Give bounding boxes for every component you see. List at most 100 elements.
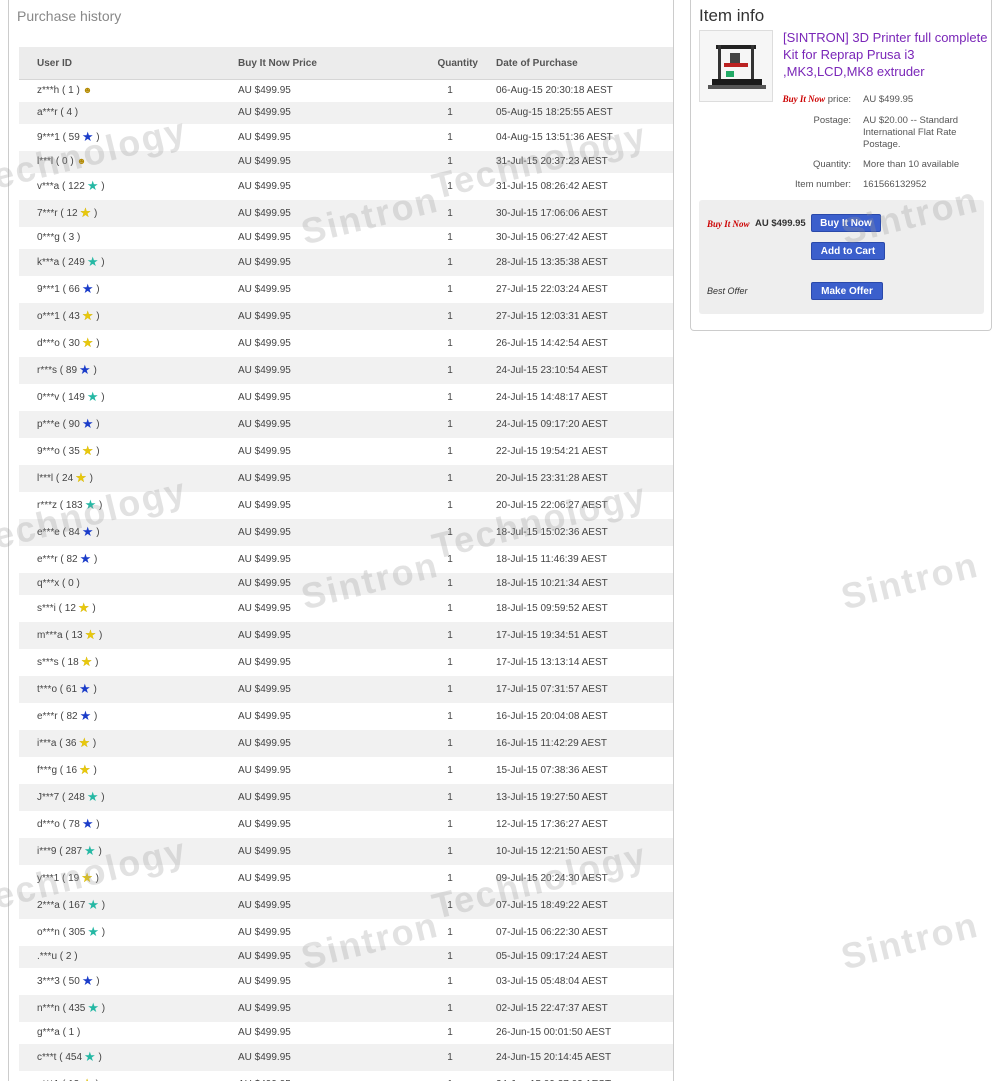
yellow-star-icon[interactable]: ★ — [85, 627, 97, 642]
blue-star-icon[interactable]: ★ — [80, 551, 92, 566]
user-id[interactable]: 0***v ( 149 — [37, 392, 85, 403]
yellow-star-icon[interactable]: ★ — [82, 443, 94, 458]
col-quantity: Quantity — [388, 47, 482, 80]
paren-close: ) — [98, 791, 105, 803]
user-id[interactable]: z***h ( 1 ) — [37, 85, 80, 96]
yellow-star-icon[interactable]: ★ — [82, 308, 94, 323]
yellow-star-icon[interactable]: ★ — [79, 762, 91, 777]
user-id[interactable]: o***1 ( 43 — [37, 311, 80, 322]
blue-star-icon[interactable]: ★ — [79, 681, 91, 696]
user-id[interactable]: p***e ( 90 — [37, 419, 80, 430]
yellow-star-icon[interactable]: ★ — [81, 654, 93, 669]
teal-star-icon[interactable]: ★ — [85, 497, 97, 512]
user-id[interactable]: k***a ( 249 — [37, 257, 85, 268]
teal-star-icon[interactable]: ★ — [84, 1049, 96, 1064]
yellow-star-icon[interactable]: ★ — [75, 470, 87, 485]
yellow-star-icon[interactable]: ★ — [78, 600, 90, 615]
user-id[interactable]: s***s ( 18 — [37, 657, 79, 668]
blue-star-icon[interactable]: ★ — [82, 416, 94, 431]
table-row: 7***r ( 12 ★ ) AU $499.95 1 30-Jul-15 17:06:… — [19, 199, 673, 227]
teal-star-icon[interactable]: ★ — [87, 924, 99, 939]
user-id[interactable]: 0***g ( 3 ) — [37, 232, 80, 243]
user-id[interactable]: d***o ( 30 — [37, 338, 80, 349]
user-id[interactable]: l***l ( 0 ) — [37, 156, 74, 167]
teal-star-icon[interactable]: ★ — [87, 254, 99, 269]
user-id[interactable]: q***x ( 0 ) — [37, 578, 80, 589]
user-id[interactable]: l***l ( 24 — [37, 473, 73, 484]
user-id[interactable]: r***z ( 183 — [37, 500, 83, 511]
table-row: f***g ( 16 ★ ) AU $499.95 1 15-Jul-15 07:38:… — [19, 757, 673, 784]
price-cell: AU $499.95 — [238, 872, 291, 884]
price-cell: AU $499.95 — [238, 926, 291, 938]
teal-star-icon[interactable]: ★ — [84, 843, 96, 858]
user-id[interactable]: t***o ( 61 — [37, 684, 77, 695]
user-id[interactable]: c***t ( 454 — [37, 1052, 82, 1063]
user-id[interactable]: s***i ( 12 — [37, 603, 76, 614]
table-row: v***a ( 122 ★ ) AU $499.95 1 31-Jul-15 08:26… — [19, 173, 673, 200]
blue-star-icon[interactable]: ★ — [82, 816, 94, 831]
price-cell: AU $499.95 — [232, 518, 388, 546]
user-id[interactable]: a***r ( 4 ) — [37, 107, 78, 118]
purchase-options-box: Buy It Now AU $499.95 Buy It Now Add to … — [699, 200, 984, 314]
blue-star-icon[interactable]: ★ — [82, 129, 94, 144]
yellow-star-icon[interactable]: ★ — [81, 1076, 93, 1081]
item-thumbnail[interactable] — [699, 30, 773, 102]
user-id[interactable]: J***7 ( 248 — [37, 792, 85, 803]
user-id[interactable]: f***g ( 16 — [37, 765, 77, 776]
user-id[interactable]: .***u ( 2 ) — [37, 951, 78, 962]
teal-star-icon[interactable]: ★ — [87, 789, 99, 804]
user-id[interactable]: v***a ( 122 — [37, 181, 85, 192]
yellow-star-icon[interactable]: ★ — [82, 335, 94, 350]
user-id[interactable]: e***e ( 84 — [37, 527, 80, 538]
yellow-star-icon[interactable]: ★ — [78, 735, 90, 750]
purchase-history-panel: Purchase history User ID Buy It Now Pric… — [8, 0, 674, 1081]
user-id[interactable]: o***n ( 305 — [37, 927, 85, 938]
paren-close: ) — [93, 283, 100, 295]
user-id[interactable]: r***s ( 89 — [37, 365, 77, 376]
user-id[interactable]: 9***o ( 35 — [37, 446, 80, 457]
user-id[interactable]: 7***r ( 12 — [37, 208, 78, 219]
buy-it-now-button[interactable]: Buy It Now — [811, 214, 881, 232]
user-id[interactable]: d***o ( 78 — [37, 819, 80, 830]
blue-star-icon[interactable]: ★ — [82, 973, 94, 988]
user-id-cell: d***o ( 78 ★ ) — [19, 811, 232, 838]
teal-star-icon[interactable]: ★ — [87, 1000, 99, 1015]
yellow-star-icon[interactable]: ★ — [81, 870, 93, 885]
quantity-cell: 1 — [388, 518, 482, 546]
blue-star-icon[interactable]: ★ — [79, 362, 91, 377]
date-cell: 24-Jul-15 09:17:20 AEST — [482, 410, 673, 438]
teal-star-icon[interactable]: ★ — [87, 897, 99, 912]
user-id[interactable]: i***9 ( 287 — [37, 846, 82, 857]
user-id[interactable]: g***a ( 1 ) — [37, 1027, 80, 1038]
user-id[interactable]: e***r ( 82 — [37, 554, 78, 565]
quantity-cell: 1 — [447, 1027, 453, 1038]
user-id[interactable]: 2***a ( 167 — [37, 900, 85, 911]
user-id-cell: v***a ( 122 ★ ) — [19, 173, 232, 200]
date-cell: 07-Jul-15 18:49:22 AEST — [482, 891, 673, 919]
blue-star-icon[interactable]: ★ — [82, 281, 94, 296]
price-cell: AU $499.95 — [238, 85, 291, 97]
user-id[interactable]: y***1 ( 19 — [37, 873, 79, 884]
teal-star-icon[interactable]: ★ — [87, 389, 99, 404]
user-id[interactable]: 3***3 ( 50 — [37, 976, 80, 987]
table-row: 9***1 ( 59 ★ ) AU $499.95 1 04-Aug-15 13:51:… — [19, 124, 673, 151]
purchase-rows: z***h ( 1 ) ☻ AU $499.95 1 06-Aug-15 20:30:1… — [19, 80, 673, 1081]
user-id[interactable]: i***a ( 36 — [37, 738, 76, 749]
quantity-cell: 1 — [388, 837, 482, 865]
item-title-link[interactable]: [SINTRON] 3D Printer full complete Kit f… — [783, 29, 988, 80]
user-id[interactable]: e***r ( 82 — [37, 711, 78, 722]
blue-star-icon[interactable]: ★ — [80, 708, 92, 723]
user-id[interactable]: 9***1 ( 66 — [37, 284, 80, 295]
user-id[interactable]: m***a ( 13 — [37, 630, 83, 641]
table-row: g***a ( 1 ) AU $499.95 1 26-Jun-15 00:01:50… — [19, 1022, 673, 1044]
make-offer-button[interactable]: Make Offer — [811, 282, 883, 300]
user-id[interactable]: n***n ( 435 — [37, 1003, 85, 1014]
quantity-cell: 1 — [447, 445, 453, 457]
price-cell: AU $499.95 — [232, 945, 388, 968]
user-id[interactable]: 9***1 ( 59 — [37, 132, 80, 143]
yellow-star-icon[interactable]: ★ — [80, 205, 92, 220]
user-id-cell: r***s ( 89 ★ ) — [19, 356, 232, 384]
add-to-cart-button[interactable]: Add to Cart — [811, 242, 885, 260]
blue-star-icon[interactable]: ★ — [82, 524, 94, 539]
teal-star-icon[interactable]: ★ — [87, 178, 99, 193]
